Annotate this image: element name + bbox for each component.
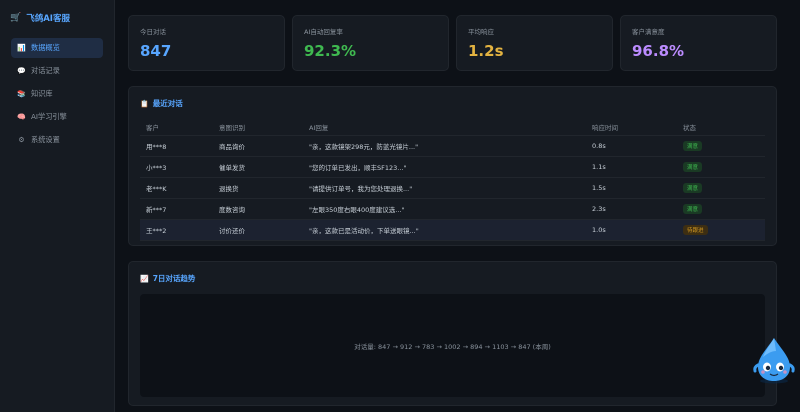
- conversations-table: 客户 意图识别 AI回复 响应时间 状态 用***8 商品询价 "亲，这款镜架298…: [140, 119, 765, 241]
- cell-customer: 用***8: [140, 135, 213, 157]
- brand-title: 飞鸽AI客服: [26, 14, 70, 24]
- trend-chart-area: 对话量: 847 → 912 → 783 → 1002 → 894 → 1103…: [140, 294, 765, 397]
- nav-icon: 🧠: [17, 113, 26, 121]
- cell-intent: 催单发货: [213, 156, 303, 178]
- table-row[interactable]: 小***3 催单发货 "您的订单已发出，顺丰SF123..." 1.1s 满意: [140, 156, 765, 178]
- sidebar-item-label: AI学习引擎: [31, 112, 67, 121]
- app-window: 🛒 飞鸽AI客服 📊 数据概览 💬 对话记录 📚 知识库 🧠 AI学习引擎 ⚙ 系统设置 今日对话…: [0, 0, 800, 412]
- chart-icon: 📈: [140, 274, 149, 283]
- sidebar-item-label: 对话记录: [31, 66, 60, 75]
- col-response-time: 响应时间: [586, 119, 677, 136]
- table-row[interactable]: 老***K 退换货 "请提供订单号，我为您处理退换..." 1.5s 满意: [140, 177, 765, 199]
- stat-value: 96.8%: [632, 42, 685, 60]
- cell-customer: 新***7: [140, 198, 213, 220]
- status-badge: 满意: [683, 161, 703, 172]
- cell-status: 满意: [677, 135, 765, 157]
- stat-card: AI自动回复率 92.3%: [292, 15, 449, 71]
- col-intent: 意图识别: [213, 119, 303, 136]
- cart-icon: 🛒: [10, 13, 22, 23]
- table-row[interactable]: 王***2 讨价还价 "亲，这款已是活动价，下单送眼镜..." 1.0s 待跟进: [140, 219, 765, 241]
- stat-card: 平均响应 1.2s: [456, 15, 613, 71]
- cell-status: 满意: [677, 177, 765, 199]
- cell-reply: "亲，这款已是活动价，下单送眼镜...": [303, 219, 586, 241]
- stat-value: 1.2s: [468, 42, 504, 60]
- cell-customer: 王***2: [140, 219, 213, 241]
- cell-reply: "亲，这款镜架298元，防蓝光镜片...": [303, 135, 586, 157]
- cell-time: 1.0s: [586, 219, 677, 241]
- sidebar-item-label: 知识库: [31, 89, 53, 98]
- stat-label: 平均响应: [468, 28, 494, 36]
- trend-summary: 对话量: 847 → 912 → 783 → 1002 → 894 → 1103…: [354, 342, 551, 351]
- cell-reply: "请提供订单号，我为您处理退换...": [303, 177, 586, 199]
- clipboard-icon: 📋: [140, 99, 149, 108]
- cell-customer: 小***3: [140, 156, 213, 178]
- cell-reply: "左眼350度右眼400度建议选...": [303, 198, 586, 220]
- water-drop-mascot-icon[interactable]: [752, 335, 796, 385]
- cell-status: 待跟进: [677, 219, 765, 241]
- nav-icon: 📊: [17, 44, 26, 52]
- col-status: 状态: [677, 119, 765, 136]
- cell-time: 0.8s: [586, 135, 677, 157]
- recent-conversations-panel: 📋 最近对话 客户 意图识别 AI回复 响应时间 状态 用***8 商品询价 "亲，: [128, 86, 777, 246]
- sidebar-item-label: 系统设置: [31, 135, 60, 144]
- sidebar-item-1[interactable]: 💬 对话记录: [11, 61, 103, 81]
- stat-label: AI自动回复率: [304, 28, 343, 36]
- cell-customer: 老***K: [140, 177, 213, 199]
- col-ai-reply: AI回复: [303, 119, 586, 136]
- brand: 🛒 飞鸽AI客服: [0, 10, 114, 26]
- sidebar-item-4[interactable]: ⚙ 系统设置: [11, 130, 103, 150]
- stat-label: 今日对话: [140, 28, 166, 36]
- main-content: 今日对话 847 AI自动回复率 92.3% 平均响应 1.2s 客户满意度 96.8% 📋 …: [115, 0, 800, 412]
- trend-title: 📈 7日对话趋势: [140, 273, 765, 284]
- status-badge: 满意: [683, 203, 703, 214]
- stat-label: 客户满意度: [632, 28, 665, 36]
- cell-time: 2.3s: [586, 198, 677, 220]
- cell-reply: "您的订单已发出，顺丰SF123...": [303, 156, 586, 178]
- status-badge: 待跟进: [683, 224, 708, 235]
- cell-intent: 度数咨询: [213, 198, 303, 220]
- sidebar-item-2[interactable]: 📚 知识库: [11, 84, 103, 104]
- sidebar-item-0[interactable]: 📊 数据概览: [11, 38, 103, 58]
- nav-icon: 💬: [17, 67, 26, 75]
- cell-time: 1.1s: [586, 156, 677, 178]
- cell-time: 1.5s: [586, 177, 677, 199]
- stat-card: 客户满意度 96.8%: [620, 15, 777, 71]
- nav-icon: 📚: [17, 90, 26, 98]
- stats-row: 今日对话 847 AI自动回复率 92.3% 平均响应 1.2s 客户满意度 96.8%: [128, 15, 777, 71]
- stat-card: 今日对话 847: [128, 15, 285, 71]
- table-row[interactable]: 新***7 度数咨询 "左眼350度右眼400度建议选..." 2.3s 满意: [140, 198, 765, 220]
- panel-title-text: 最近对话: [152, 99, 183, 108]
- panel-title-text: 7日对话趋势: [152, 274, 196, 283]
- cell-status: 满意: [677, 156, 765, 178]
- cell-intent: 退换货: [213, 177, 303, 199]
- nav-icon: ⚙: [18, 136, 25, 144]
- cell-status: 满意: [677, 198, 765, 220]
- sidebar-item-3[interactable]: 🧠 AI学习引擎: [11, 107, 103, 127]
- status-badge: 满意: [683, 140, 703, 151]
- status-badge: 满意: [683, 182, 703, 193]
- sidebar: 🛒 飞鸽AI客服 📊 数据概览 💬 对话记录 📚 知识库 🧠 AI学习引擎 ⚙ 系统设置: [0, 0, 115, 412]
- col-customer: 客户: [140, 119, 213, 136]
- stat-value: 847: [140, 42, 172, 60]
- recent-conversations-title: 📋 最近对话: [140, 98, 765, 109]
- cell-intent: 讨价还价: [213, 219, 303, 241]
- sidebar-item-label: 数据概览: [31, 43, 60, 52]
- sidebar-nav: 📊 数据概览 💬 对话记录 📚 知识库 🧠 AI学习引擎 ⚙ 系统设置: [0, 38, 114, 150]
- table-header-row: 客户 意图识别 AI回复 响应时间 状态: [140, 119, 765, 136]
- cell-intent: 商品询价: [213, 135, 303, 157]
- table-row[interactable]: 用***8 商品询价 "亲，这款镜架298元，防蓝光镜片..." 0.8s 满意: [140, 135, 765, 157]
- trend-panel: 📈 7日对话趋势 对话量: 847 → 912 → 783 → 1002 → 8…: [128, 261, 777, 406]
- stat-value: 92.3%: [304, 42, 357, 60]
